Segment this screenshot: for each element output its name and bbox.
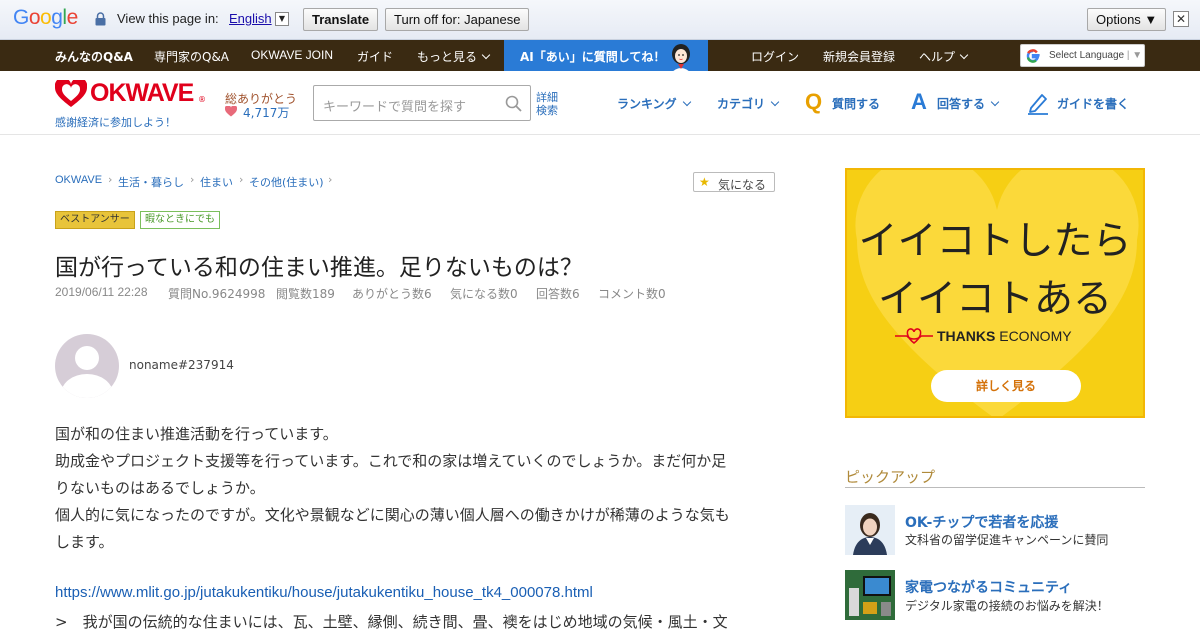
quoted-text: > 我が国の伝統的な住まいには、瓦、土壁、縁側、続き間、畳、襖をはじめ地域の気候…	[55, 613, 728, 631]
options-button[interactable]: Options ▼	[1087, 8, 1167, 31]
google-logo: Google	[13, 6, 78, 29]
select-language-dropdown[interactable]: Select Language | ▼	[1020, 44, 1145, 67]
favorite-count: 気になる数0	[450, 287, 518, 301]
view-page-label: View this page in:	[117, 11, 219, 26]
question-body-line: します。	[55, 533, 114, 551]
view-count: 閲覧数189	[276, 287, 335, 301]
breadcrumb-item-other[interactable]: その他(住まい)	[249, 174, 324, 190]
turn-off-button[interactable]: Turn off for: Japanese	[385, 8, 530, 31]
nav-expert-qa[interactable]: 専門家のQ&A	[154, 48, 229, 65]
register-link[interactable]: 新規会員登録	[823, 48, 895, 65]
pickup-divider	[845, 487, 1145, 488]
chevron-down-icon	[959, 50, 969, 60]
chevron-down-icon	[770, 97, 780, 107]
registered-mark: ®	[198, 95, 206, 104]
okwave-heart-logo-icon[interactable]	[55, 80, 87, 108]
ad-headline-line1: イイコトしたら	[858, 219, 1132, 264]
close-icon[interactable]: ✕	[1173, 11, 1189, 27]
help-label: ヘルプ	[919, 50, 956, 64]
help-menu[interactable]: ヘルプ	[919, 48, 969, 65]
question-title: 国が行っている和の住まい推進。足りないものは？	[55, 255, 583, 281]
nav-category[interactable]: カテゴリ	[717, 95, 780, 112]
translate-button[interactable]: Translate	[303, 8, 379, 31]
author-name: noname#237914	[129, 358, 234, 372]
ad-headline-line2: イイコトある	[877, 277, 1112, 322]
question-body-line: 個人的に気になったのですが。文化や景観などに関心の薄い個人層への働きかけが稀薄の…	[55, 506, 730, 524]
ask-question-link[interactable]: 質問する	[832, 95, 880, 112]
breadcrumb-item-housing[interactable]: 住まい	[200, 174, 233, 190]
lock-icon	[95, 12, 106, 26]
heart-icon	[225, 106, 237, 117]
pickup-heading: ピックアップ	[845, 468, 936, 486]
breadcrumb-chevron-icon: ›	[239, 173, 244, 186]
pickup-item-desc: デジタル家電の接続のお悩みを解決！	[905, 599, 1109, 613]
thanks-economy-ad[interactable]: イイコトしたら イイコトある THANKS ECONOMY 詳しく見る	[845, 168, 1145, 418]
search-input[interactable]: キーワードで質問を探す	[313, 85, 531, 121]
search-icon[interactable]	[505, 95, 522, 112]
pickup-item-desc: 文科省の留学促進キャンペーンに賛同	[905, 533, 1109, 547]
breadcrumb-chevron-icon: ›	[108, 173, 113, 186]
answer-count: 回答数6	[536, 287, 580, 301]
nav-answer[interactable]: 回答する	[937, 95, 1000, 112]
nav-minna-qa[interactable]: みんなのQ&A	[55, 48, 133, 65]
nav-more[interactable]: もっと見る	[417, 48, 491, 65]
pickup-item-title[interactable]: 家電つながるコミュニティ	[905, 577, 1072, 597]
question-body-line: 助成金やプロジェクト支援等を行っています。これで和の家は増えていくのでしょうか。…	[55, 452, 727, 470]
logo-tagline[interactable]: 感謝経済に参加しよう！	[55, 114, 176, 130]
okwave-logo[interactable]: OKWAVE	[90, 79, 194, 108]
search-placeholder: キーワードで質問を探す	[323, 100, 467, 115]
comment-count: コメント数0	[598, 287, 666, 301]
chevron-down-icon	[990, 97, 1000, 107]
favorite-button[interactable]: ★ 気になる	[693, 172, 775, 192]
best-answer-badge: ベストアンサー	[55, 211, 135, 229]
question-body-line: りないものはあるでしょうか。	[55, 479, 265, 497]
nav-guide[interactable]: ガイド	[357, 48, 393, 65]
answer-a-icon: A	[911, 89, 927, 114]
breadcrumb-chevron-icon: ›	[190, 173, 195, 186]
thanks-economy-brand: THANKS ECONOMY	[937, 328, 1072, 344]
chevron-down-icon	[682, 97, 691, 107]
login-link[interactable]: ログイン	[751, 48, 799, 65]
favorite-label: 気になる	[718, 178, 767, 192]
write-guide-link[interactable]: ガイドを書く	[1057, 95, 1129, 112]
ask-q-icon: Q	[805, 89, 823, 114]
language-link[interactable]: English	[229, 11, 272, 26]
breadcrumb-chevron-icon: ›	[328, 173, 333, 186]
question-body-line: 国が和の住まい推進活動を行っています。	[55, 425, 338, 443]
chevron-down-icon	[481, 50, 491, 60]
ai-avatar-icon	[670, 44, 692, 74]
language-dropdown-icon[interactable]: ▼	[275, 12, 289, 26]
google-g-icon	[1026, 49, 1040, 63]
select-language-label: Select Language | ▼	[1049, 50, 1143, 61]
leisure-tag[interactable]: 暇なときにでも	[140, 211, 220, 229]
question-number: 質問No.9624998	[168, 287, 266, 301]
question-date: 2019/06/11 22:28	[55, 285, 148, 299]
pencil-icon	[1028, 94, 1048, 115]
pickup-item-title[interactable]: OK-チップで若者を応援	[905, 512, 1058, 532]
pickup-thumbnail-student[interactable]	[845, 505, 895, 555]
ribbon-knot-icon	[895, 328, 933, 345]
learn-more-button[interactable]: 詳しく見る	[931, 370, 1081, 402]
nav-more-label: もっと見る	[417, 50, 478, 64]
thanks-count: ありがとう数6	[352, 287, 432, 301]
nav-okwave-join[interactable]: OKWAVE JOIN	[251, 48, 333, 62]
nav-ranking[interactable]: ランキング	[617, 95, 691, 112]
breadcrumb-item-life[interactable]: 生活・暮らし	[118, 174, 184, 190]
star-icon: ★	[699, 175, 710, 189]
advanced-search-link[interactable]: 詳細 検索	[536, 91, 558, 117]
total-thanks-count: 4,717万	[243, 106, 290, 120]
ai-banner-label: AI「あい」に質問してね！	[520, 50, 666, 64]
pickup-thumbnail-appliances[interactable]	[845, 570, 895, 620]
avatar	[55, 334, 119, 398]
reference-link[interactable]: https://www.mlit.go.jp/jutakukentiku/hou…	[55, 584, 593, 601]
breadcrumb-item-okwave[interactable]: OKWAVE	[55, 174, 102, 186]
